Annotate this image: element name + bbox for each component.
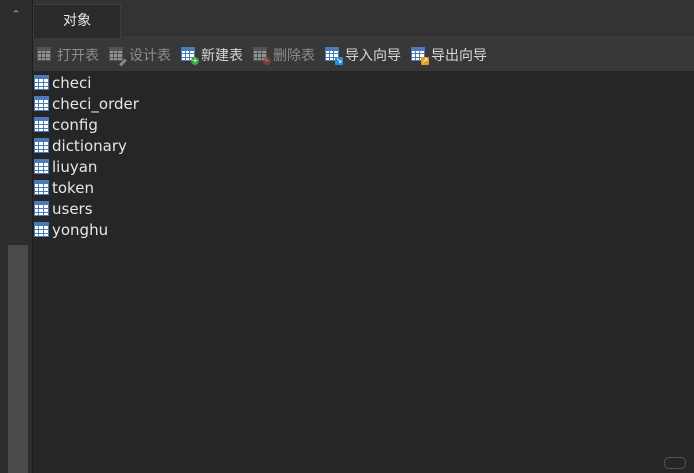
table-name: checi — [52, 73, 92, 92]
chevron-up-icon[interactable]: ⌃ — [9, 8, 23, 22]
import-wizard-label: 导入向导 — [345, 47, 401, 64]
design-table-label: 设计表 — [129, 47, 171, 64]
open-table-icon — [37, 46, 53, 63]
table-icon — [34, 159, 49, 174]
left-scroll-strip: ⌃ — [0, 0, 33, 473]
export-wizard-icon: ↗ — [411, 46, 429, 65]
table-name: users — [52, 199, 93, 218]
table-name: token — [52, 178, 94, 197]
export-wizard-button[interactable]: ↗ 导出向导 — [411, 43, 487, 67]
new-table-icon: + — [181, 46, 199, 65]
app-window: ⌃ 对象 打开表 设计表 + 新建表 - 删除表 ↘ 导入向导 ↗ 导出向导 c… — [0, 0, 694, 473]
list-item[interactable]: users — [33, 198, 694, 219]
table-icon — [34, 138, 49, 153]
new-table-label: 新建表 — [201, 47, 243, 64]
list-item[interactable]: dictionary — [33, 135, 694, 156]
list-item[interactable]: yonghu — [33, 219, 694, 240]
delete-table-label: 删除表 — [273, 47, 315, 64]
delete-table-icon: - — [253, 46, 271, 65]
table-name: yonghu — [52, 220, 109, 239]
table-name: dictionary — [52, 136, 127, 155]
table-icon — [34, 180, 49, 195]
table-name: checi_order — [52, 94, 139, 113]
list-item[interactable]: token — [33, 177, 694, 198]
table-icon — [34, 96, 49, 111]
table-icon — [34, 222, 49, 237]
tab-bar: 对象 — [33, 0, 694, 38]
table-icon — [34, 117, 49, 132]
list-item[interactable]: config — [33, 114, 694, 135]
table-icon — [34, 75, 49, 90]
scrollbar-thumb[interactable] — [8, 245, 28, 473]
import-wizard-button[interactable]: ↘ 导入向导 — [325, 43, 401, 67]
table-name: config — [52, 115, 98, 134]
new-table-button[interactable]: + 新建表 — [181, 43, 243, 67]
open-table-label: 打开表 — [57, 47, 99, 64]
export-wizard-label: 导出向导 — [431, 47, 487, 64]
delete-table-button[interactable]: - 删除表 — [253, 43, 315, 67]
table-icon — [34, 201, 49, 216]
open-table-button[interactable]: 打开表 — [37, 43, 99, 67]
table-name: liuyan — [52, 157, 98, 176]
object-list: checi checi_order config dictionary liuy… — [33, 72, 694, 473]
list-item[interactable]: checi — [33, 72, 694, 93]
object-toolbar: 打开表 设计表 + 新建表 - 删除表 ↘ 导入向导 ↗ 导出向导 — [33, 38, 694, 72]
watermark-logo — [664, 457, 686, 469]
design-table-icon — [109, 46, 127, 66]
list-item[interactable]: liuyan — [33, 156, 694, 177]
list-item[interactable]: checi_order — [33, 93, 694, 114]
tab-objects[interactable]: 对象 — [33, 4, 121, 38]
design-table-button[interactable]: 设计表 — [109, 43, 171, 67]
import-wizard-icon: ↘ — [325, 46, 343, 65]
